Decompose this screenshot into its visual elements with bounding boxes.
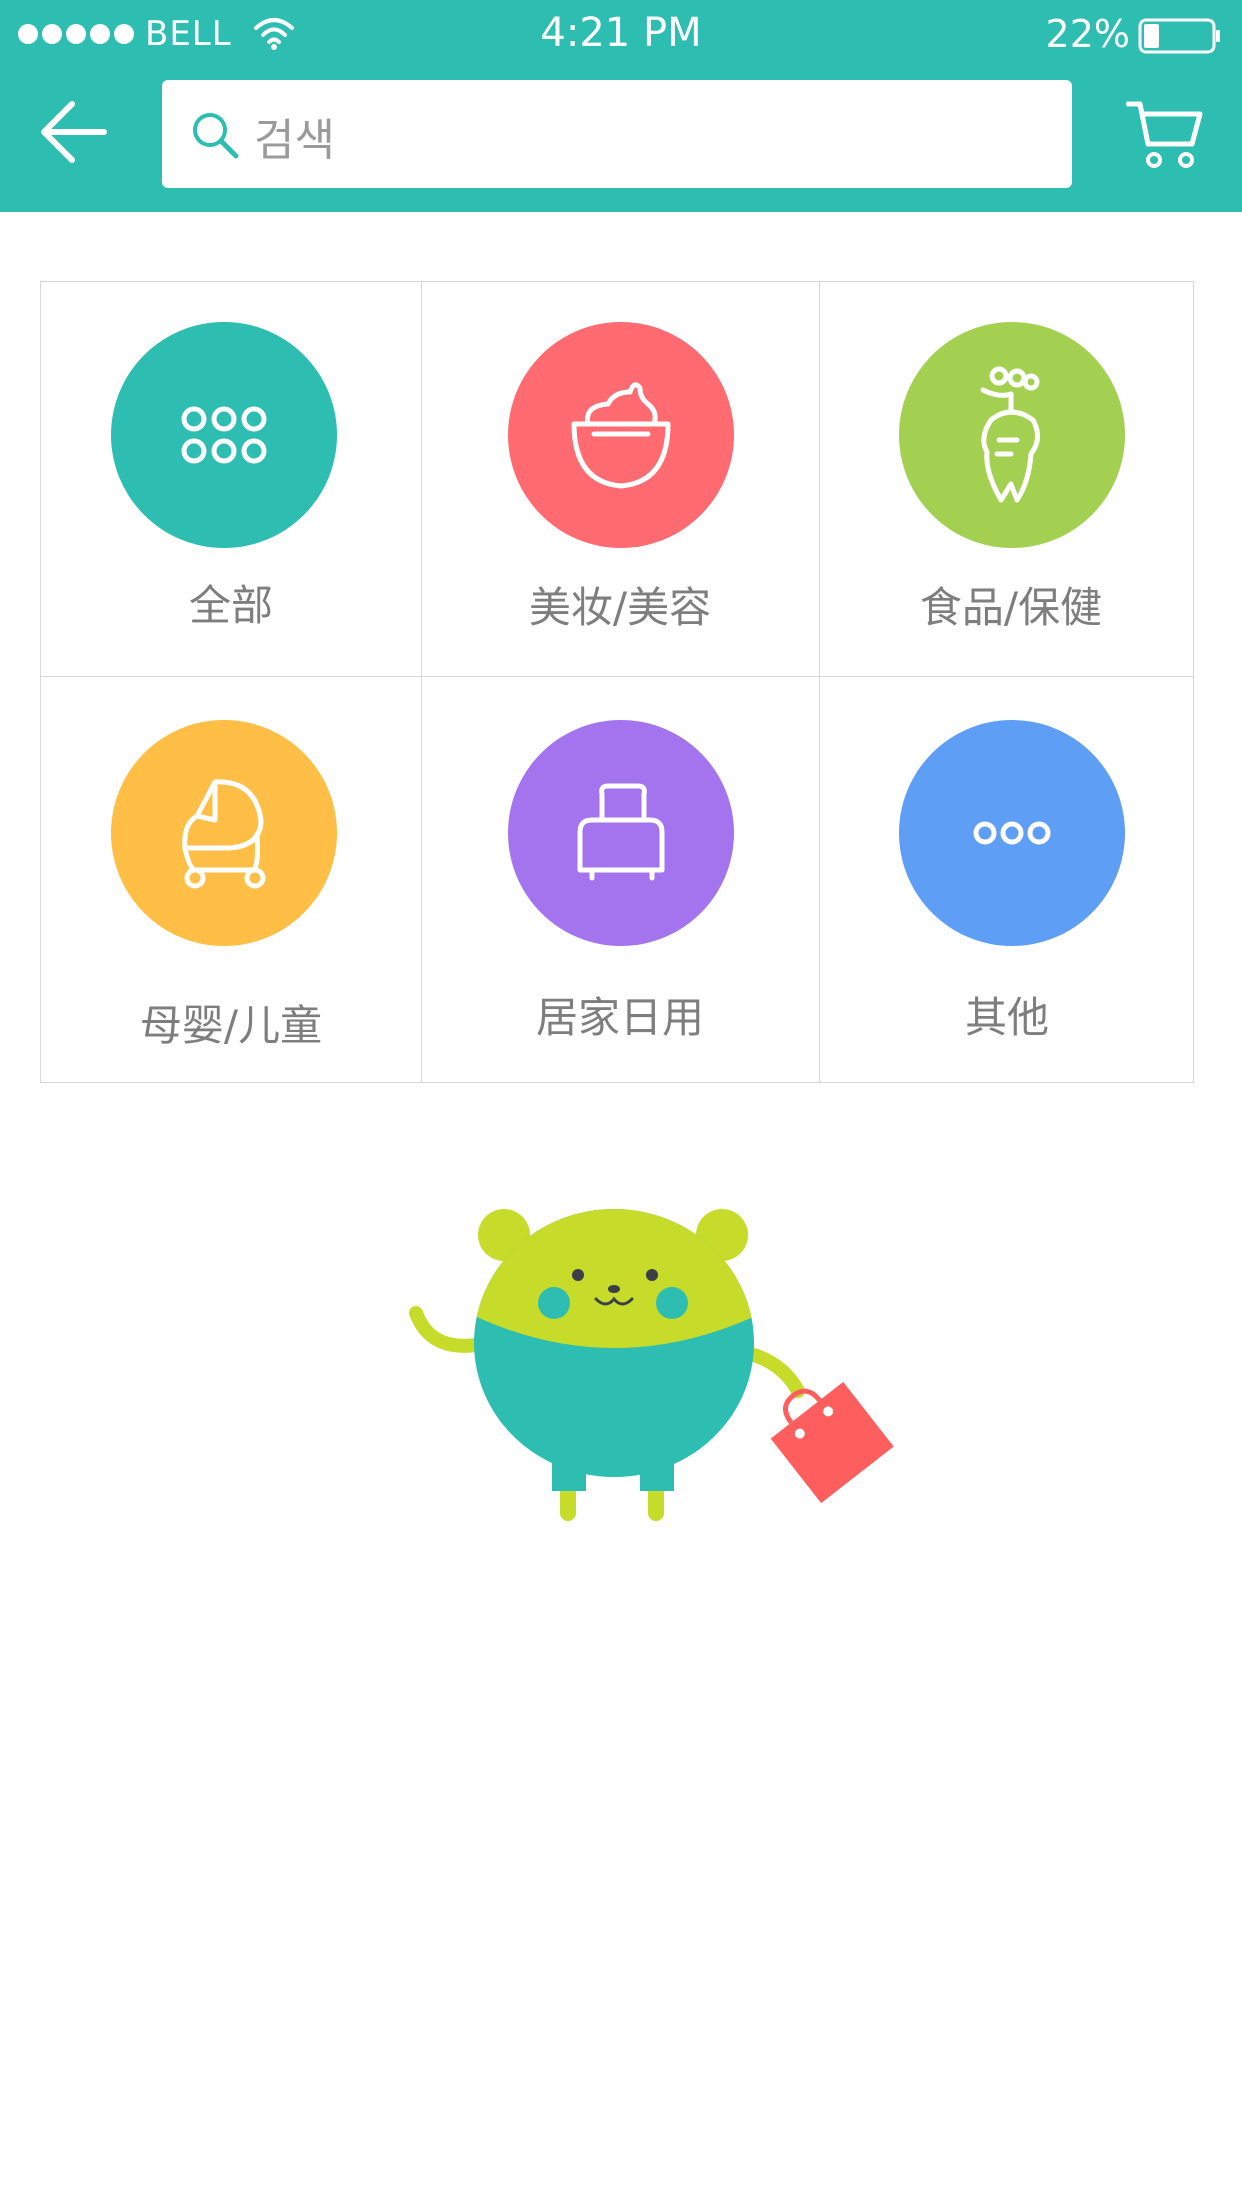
category-icon-circle (508, 322, 734, 548)
category-food[interactable]: 食品/保健 (819, 282, 1195, 676)
category-icon-circle (899, 322, 1125, 548)
category-icon-circle (899, 720, 1125, 946)
category-icon-circle (111, 322, 337, 548)
cart-icon[interactable] (1126, 98, 1204, 170)
category-beauty[interactable]: 美妆/美容 (421, 282, 819, 676)
battery-percentage: 22% (1045, 12, 1130, 56)
toaster-icon (577, 783, 665, 881)
category-label: 居家日用 (535, 993, 704, 1042)
stroller-icon (182, 779, 266, 889)
category-label: 母婴/儿童 (139, 1001, 323, 1050)
radish-icon (980, 366, 1040, 503)
category-all[interactable]: 全部 (41, 282, 421, 676)
category-label: 全部 (188, 581, 273, 630)
category-icon-circle (111, 720, 337, 946)
search-placeholder: 검색 (254, 115, 335, 166)
category-label: 其他 (964, 993, 1049, 1042)
category-label: 食品/保健 (919, 583, 1103, 632)
category-label: 美妆/美容 (528, 583, 712, 632)
more-dots-icon (973, 821, 1051, 845)
grid-dots-icon (181, 406, 267, 464)
category-baby[interactable]: 母婴/儿童 (41, 676, 421, 1084)
shopping-bag-icon (770, 1381, 894, 1504)
cream-jar-icon (571, 382, 671, 489)
search-icon (193, 113, 239, 159)
back-arrow-icon[interactable] (38, 96, 110, 168)
app-header: BELL 4:21 PM 22% 검색 (0, 0, 1242, 212)
search-input[interactable]: 검색 (162, 80, 1072, 188)
status-bar: BELL 4:21 PM 22% (0, 0, 1242, 70)
category-other[interactable]: 其他 (819, 676, 1195, 1084)
category-grid: 全部 美妆/美容 食品/保健 母婴/儿童 居家日用 其他 (40, 281, 1194, 1083)
mascot-illustration (409, 1209, 894, 1521)
category-icon-circle (508, 720, 734, 946)
category-home[interactable]: 居家日用 (421, 676, 819, 1084)
battery-icon (1138, 18, 1220, 54)
